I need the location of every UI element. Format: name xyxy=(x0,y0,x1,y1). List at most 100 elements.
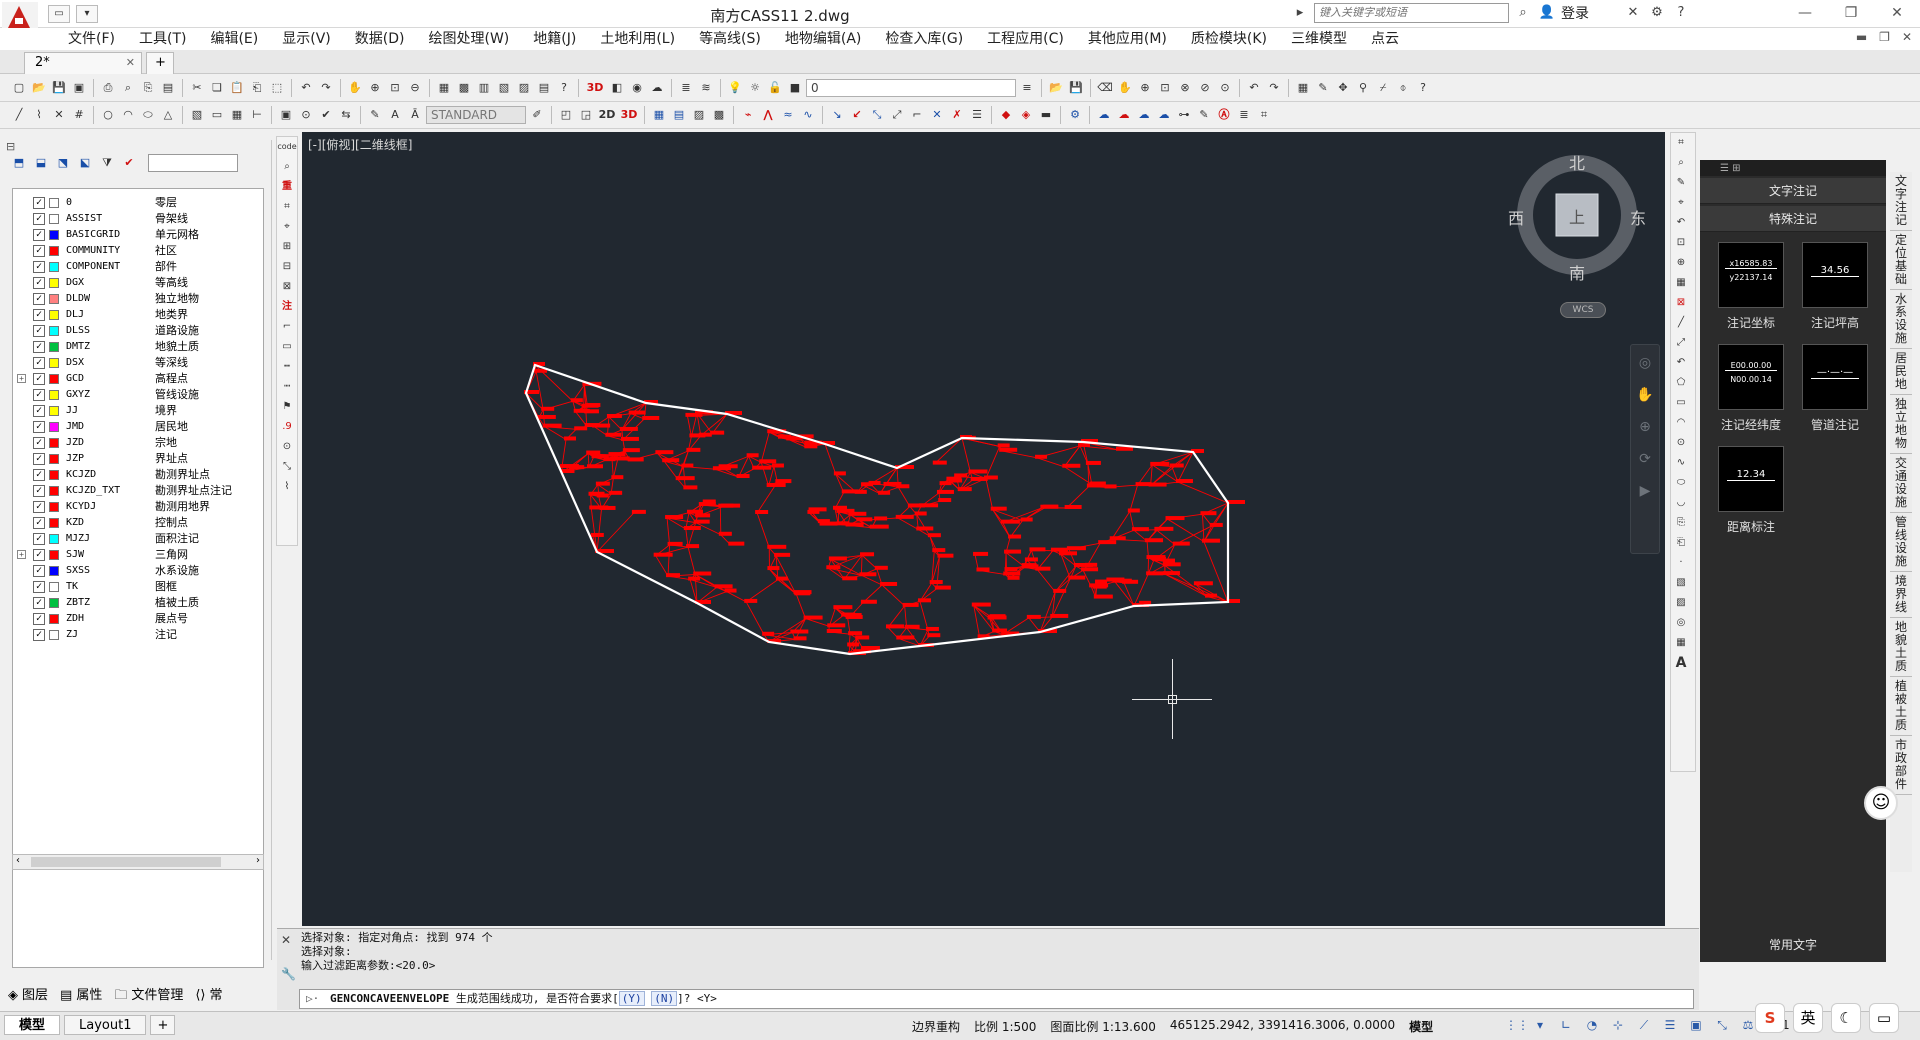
polyline-icon[interactable]: ⌇ xyxy=(30,106,48,124)
close-button[interactable]: ✕ xyxy=(1874,0,1920,26)
layer-row[interactable]: ✓ DLDW 独立地物 xyxy=(13,291,263,307)
rt-15-icon[interactable]: ◠ xyxy=(1671,413,1691,433)
layer-list-scrollbar[interactable]: ‹ › xyxy=(12,854,264,870)
tool6-icon[interactable]: ⌐ xyxy=(277,317,297,337)
layer-row[interactable]: ✓ KZD 控制点 xyxy=(13,515,263,531)
layer-color-swatch[interactable] xyxy=(49,630,59,640)
annotation-tile[interactable]: 12.34 xyxy=(1718,446,1784,512)
layer-visible-checkbox[interactable]: ✓ xyxy=(33,245,45,257)
auto-icon[interactable]: Ⓐ xyxy=(1215,106,1233,124)
cross-icon[interactable]: ✕ xyxy=(1623,3,1643,23)
toggle-2d[interactable]: 2D xyxy=(597,106,617,124)
menu-item[interactable]: 工程应用(C) xyxy=(975,28,1076,50)
layer-visible-checkbox[interactable]: ✓ xyxy=(33,453,45,465)
layer-visible-checkbox[interactable]: ✓ xyxy=(33,309,45,321)
palette-section-special[interactable]: 特殊注记 xyxy=(1700,206,1886,232)
publish-icon[interactable]: ⎘ xyxy=(139,79,157,97)
user-icon[interactable]: 👤 xyxy=(1537,3,1557,23)
layer-visible-checkbox[interactable]: ✓ xyxy=(33,325,45,337)
layer-props-icon[interactable]: ▤ xyxy=(670,106,688,124)
undo-icon[interactable]: ↶ xyxy=(297,79,315,97)
rt-6-icon[interactable]: ⊡ xyxy=(1671,233,1691,253)
option-yes[interactable]: (Y) xyxy=(618,991,645,1006)
layer-row[interactable]: ✓ DMTZ 地貌土质 xyxy=(13,339,263,355)
chart-icon[interactable]: ⌗ xyxy=(1255,106,1273,124)
layer-color-swatch[interactable] xyxy=(49,470,59,480)
layer-color-swatch[interactable] xyxy=(49,358,59,368)
rt-10-icon[interactable]: ╱ xyxy=(1671,313,1691,333)
wcs-badge[interactable]: WCS xyxy=(1560,302,1606,318)
viewcube[interactable]: 北 南 西 东 上 xyxy=(1508,150,1646,283)
region-icon[interactable]: ▭ xyxy=(208,106,226,124)
layer-row[interactable]: ✓ JZD 宗地 xyxy=(13,435,263,451)
compass-west[interactable]: 西 xyxy=(1508,205,1524,229)
help-icon[interactable]: ? xyxy=(555,79,573,97)
redo-icon[interactable]: ↷ xyxy=(317,79,335,97)
edit-tool-icon[interactable]: ✎ xyxy=(1195,106,1213,124)
compass-south[interactable]: 南 xyxy=(1569,260,1585,284)
menu-item[interactable]: 其他应用(M) xyxy=(1076,28,1179,50)
measure-icon[interactable]: ⇆ xyxy=(337,106,355,124)
rect-icon[interactable]: ▭ xyxy=(277,337,297,357)
doc-minimize-icon[interactable]: ▬ xyxy=(1856,30,1867,44)
annotation-tile-caption[interactable]: 距离标注 xyxy=(1706,518,1796,535)
layer-color-swatch[interactable] xyxy=(49,422,59,432)
layer-freeze-icon[interactable]: ⬕ xyxy=(76,154,94,172)
tool8-icon[interactable]: ┉ xyxy=(277,377,297,397)
rt-3-icon[interactable]: ✎ xyxy=(1671,173,1691,193)
showmotion-icon[interactable]: ▶ xyxy=(1631,483,1659,499)
menu-item[interactable]: 地物编辑(A) xyxy=(773,28,874,50)
trim-icon[interactable]: ⌿ xyxy=(1374,79,1392,97)
layer-row[interactable]: ✓ BASICGRID 单元网格 xyxy=(13,227,263,243)
rt-20-icon[interactable]: ⎘ xyxy=(1671,513,1691,533)
status-scale[interactable]: 比例 1:500 xyxy=(974,1018,1036,1035)
drawing-canvas[interactable]: [-][俯视][二维线框] 北 南 西 东 上 WCS ◎ ✋ ⊕ ⟳ ▶ xyxy=(302,132,1665,926)
erase-icon[interactable]: ⌫ xyxy=(1096,79,1114,97)
xline-icon[interactable]: ✕ xyxy=(50,106,68,124)
tool-g-icon[interactable]: ✗ xyxy=(948,106,966,124)
layer-visible-checkbox[interactable]: ✓ xyxy=(33,565,45,577)
rt-14-icon[interactable]: ▭ xyxy=(1671,393,1691,413)
tool1-icon[interactable]: ⌗ xyxy=(277,197,297,217)
photo-icon[interactable]: ▩ xyxy=(710,106,728,124)
exchange-icon[interactable]: ⚙ xyxy=(1647,3,1667,23)
3d-icon[interactable]: 3D xyxy=(584,79,606,97)
layer-row[interactable]: ✓ JJ 境界 xyxy=(13,403,263,419)
text-style-combo[interactable]: STANDARD xyxy=(426,106,526,124)
car-icon[interactable]: ⊶ xyxy=(1175,106,1193,124)
layer-visible-checkbox[interactable]: ✓ xyxy=(33,469,45,481)
rt-5-icon[interactable]: ↶ xyxy=(1671,213,1691,233)
layer-color-swatch[interactable] xyxy=(49,566,59,576)
undo2-icon[interactable]: ↶ xyxy=(1245,79,1263,97)
zoom-realtime-icon[interactable]: ⊕ xyxy=(366,79,384,97)
layer-color-swatch[interactable] xyxy=(49,246,59,256)
layer-delete-icon[interactable]: ⬓ xyxy=(32,154,50,172)
menu-item[interactable]: 等高线(S) xyxy=(687,28,773,50)
layer-panel-icon[interactable]: ▦ xyxy=(650,106,668,124)
status-paper-scale[interactable]: 图面比例 1:13.600 xyxy=(1050,1018,1155,1035)
annotation-tile[interactable]: —·—·— xyxy=(1802,344,1868,410)
help2-icon[interactable]: ? xyxy=(1414,79,1432,97)
layer-color-swatch[interactable] xyxy=(49,406,59,416)
layer-state-icon[interactable]: ≋ xyxy=(697,79,715,97)
open-icon[interactable]: 📂 xyxy=(30,79,48,97)
maximize-button[interactable]: ❐ xyxy=(1828,0,1874,26)
zoom2-icon[interactable]: ⊕ xyxy=(1136,79,1154,97)
layer-color-swatch[interactable] xyxy=(49,342,59,352)
layer-visible-checkbox[interactable]: ✓ xyxy=(33,293,45,305)
layer-row[interactable]: ✓ TK 图框 xyxy=(13,579,263,595)
binoculars-icon[interactable]: ⌕ xyxy=(1513,3,1533,23)
layer-visible-checkbox[interactable]: ✓ xyxy=(33,517,45,529)
tool-h-icon[interactable]: ☰ xyxy=(968,106,986,124)
layer-color-swatch[interactable] xyxy=(49,214,59,224)
cloud-icon[interactable]: ☁ xyxy=(648,79,666,97)
layer-color-swatch[interactable] xyxy=(49,534,59,544)
lock-icon[interactable]: 🔓 xyxy=(766,79,784,97)
annotate-icon[interactable]: 注 xyxy=(277,297,297,317)
annotation-tile[interactable]: x16585.83 y22137.14 xyxy=(1718,242,1784,308)
layer-color-swatch[interactable] xyxy=(49,502,59,512)
tool3-icon[interactable]: ⊞ xyxy=(277,237,297,257)
rt-23-icon[interactable]: ▧ xyxy=(1671,573,1691,593)
osnap-icon[interactable]: ⊹ xyxy=(1609,1016,1627,1034)
layer-visible-checkbox[interactable]: ✓ xyxy=(33,373,45,385)
